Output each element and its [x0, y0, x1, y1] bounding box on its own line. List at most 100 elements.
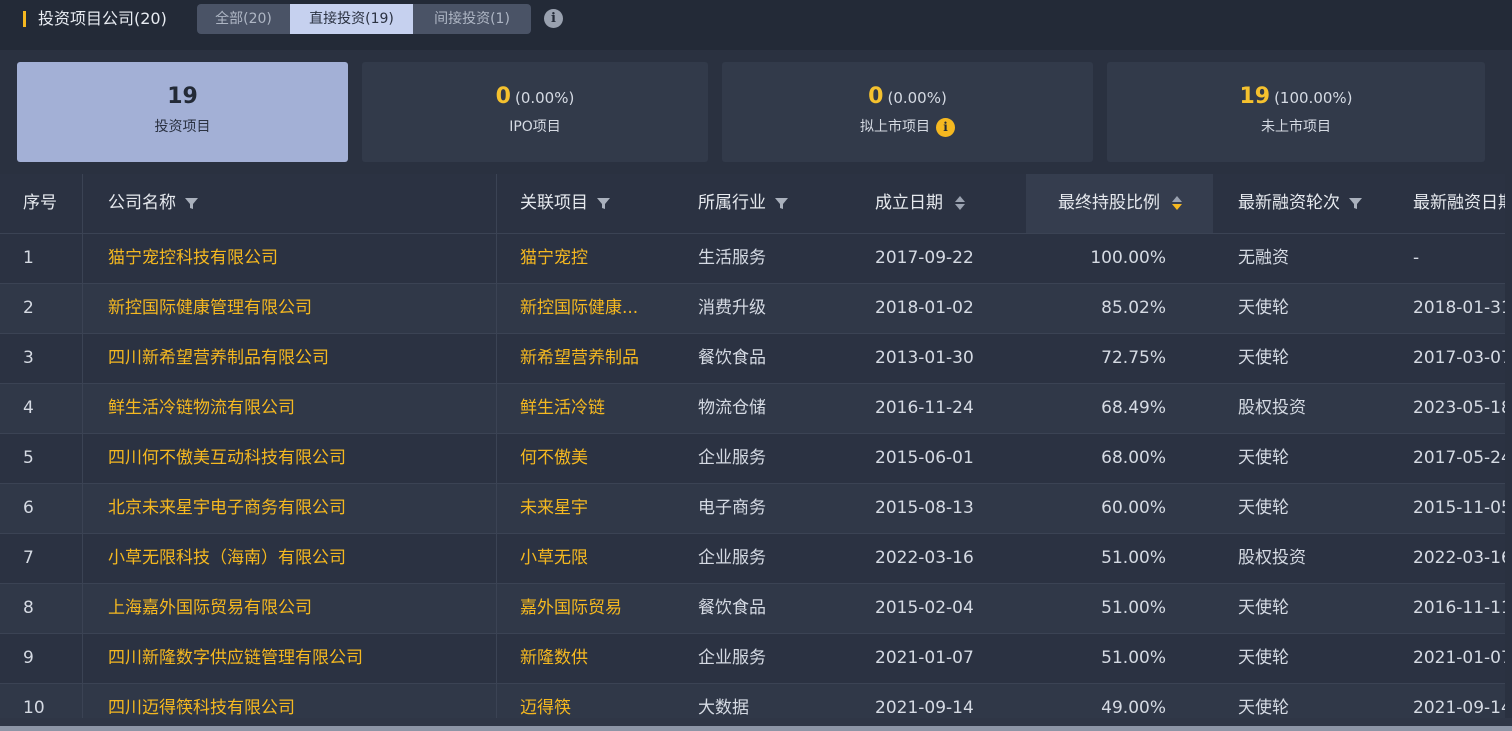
latest-round-date: 2017-03-07: [1413, 348, 1505, 368]
final-shareholding: 68.00%: [1101, 448, 1166, 468]
table-row[interactable]: 7 小草无限科技（海南）有限公司 小草无限 企业服务 2022-03-16 51.00% 股…: [0, 534, 1505, 584]
info-icon[interactable]: i: [936, 117, 955, 137]
table-row[interactable]: 3 四川新希望营养制品有限公司 新希望营养制品 餐饮食品 2013-01-30 72.75…: [0, 334, 1505, 384]
col-founded-date[interactable]: 成立日期: [875, 174, 965, 233]
founded-date: 2013-01-30: [875, 348, 974, 368]
final-shareholding: 60.00%: [1101, 498, 1166, 518]
table-row[interactable]: 6 北京未来星宇电子商务有限公司 未来星宇 电子商务 2015-08-13 60.00% 天…: [0, 484, 1505, 534]
industry: 电子商务: [698, 498, 766, 518]
card-value: 0: [495, 84, 511, 109]
row-index: 2: [23, 298, 34, 318]
latest-round-date: 2017-05-24: [1413, 448, 1505, 468]
industry: 消费升级: [698, 298, 766, 318]
industry: 企业服务: [698, 548, 766, 568]
related-project-link[interactable]: 未来星宇: [520, 484, 588, 533]
founded-date: 2021-09-14: [875, 698, 974, 718]
card-investment-projects[interactable]: 19 投资项目: [17, 62, 348, 162]
related-project-link[interactable]: 何不傲美: [520, 434, 588, 483]
latest-round-date: 2018-01-31: [1413, 298, 1505, 318]
column-divider: [82, 174, 83, 718]
scrollbar-thumb[interactable]: [0, 726, 1512, 731]
final-shareholding: 51.00%: [1101, 598, 1166, 618]
company-name-link[interactable]: 四川新隆数字供应链管理有限公司: [108, 634, 363, 683]
industry: 企业服务: [698, 448, 766, 468]
company-name-link[interactable]: 四川迈得筷科技有限公司: [108, 684, 295, 718]
related-project-link[interactable]: 新希望营养制品: [520, 334, 639, 383]
company-name-link[interactable]: 小草无限科技（海南）有限公司: [108, 534, 346, 583]
col-latest-round[interactable]: 最新融资轮次: [1238, 174, 1362, 233]
founded-date: 2015-02-04: [875, 598, 974, 618]
related-project-link[interactable]: 小草无限: [520, 534, 588, 583]
company-name-link[interactable]: 四川新希望营养制品有限公司: [108, 334, 329, 383]
table-row[interactable]: 4 鲜生活冷链物流有限公司 鲜生活冷链 物流仓储 2016-11-24 68.49% 股权投…: [0, 384, 1505, 434]
founded-date: 2016-11-24: [875, 398, 974, 418]
company-name-link[interactable]: 北京未来星宇电子商务有限公司: [108, 484, 346, 533]
col-related-project[interactable]: 关联项目: [520, 174, 610, 233]
col-company-name[interactable]: 公司名称: [108, 174, 198, 233]
row-index: 10: [23, 698, 45, 718]
latest-round: 股权投资: [1238, 398, 1306, 418]
founded-date: 2021-01-07: [875, 648, 974, 668]
filter-icon[interactable]: [775, 197, 788, 210]
related-project-link[interactable]: 鲜生活冷链: [520, 384, 605, 433]
final-shareholding: 72.75%: [1101, 348, 1166, 368]
industry: 企业服务: [698, 648, 766, 668]
col-index: 序号: [23, 193, 57, 213]
card-ipo-projects[interactable]: 0 (0.00%) IPO项目: [362, 62, 708, 162]
top-bar: 投资项目公司(20) 全部(20) 直接投资(19) 间接投资(1) i: [0, 0, 1512, 50]
col-final-shareholding[interactable]: 最终持股比例: [1058, 174, 1182, 233]
table-row[interactable]: 9 四川新隆数字供应链管理有限公司 新隆数供 企业服务 2021-01-07 51.00%…: [0, 634, 1505, 684]
related-project-link[interactable]: 嘉外国际贸易: [520, 584, 622, 633]
card-unlisted-projects[interactable]: 19 (100.00%) 未上市项目: [1107, 62, 1485, 162]
filter-icon[interactable]: [597, 197, 610, 210]
investment-table: 序号 公司名称 关联项目 所属行业 成立日期 最终持股比例 最新融资轮次 最新融…: [0, 174, 1505, 718]
card-label: 未上市项目: [1261, 119, 1331, 135]
row-index: 3: [23, 348, 34, 368]
table-row[interactable]: 8 上海嘉外国际贸易有限公司 嘉外国际贸易 餐饮食品 2015-02-04 51.00% 天…: [0, 584, 1505, 634]
table-row[interactable]: 1 猫宁宠控科技有限公司 猫宁宠控 生活服务 2017-09-22 100.00% 无融资 -: [0, 234, 1505, 284]
latest-round: 天使轮: [1238, 698, 1289, 718]
vertical-scrollbar[interactable]: [1505, 174, 1512, 718]
tab-indirect-investment[interactable]: 间接投资(1): [413, 4, 531, 34]
sort-icon[interactable]: [1172, 194, 1182, 212]
related-project-link[interactable]: 新隆数供: [520, 634, 588, 683]
latest-round: 无融资: [1238, 248, 1289, 268]
latest-round-date: 2016-11-11: [1413, 598, 1505, 618]
table-row[interactable]: 2 新控国际健康管理有限公司 新控国际健康... 消费升级 2018-01-02 85.0…: [0, 284, 1505, 334]
company-name-link[interactable]: 上海嘉外国际贸易有限公司: [108, 584, 312, 633]
latest-round: 天使轮: [1238, 448, 1289, 468]
table-row[interactable]: 10 四川迈得筷科技有限公司 迈得筷 大数据 2021-09-14 49.00% 天使轮 20…: [0, 684, 1505, 718]
title-accent-bar: [23, 11, 26, 27]
company-name-link[interactable]: 猫宁宠控科技有限公司: [108, 234, 278, 283]
row-index: 9: [23, 648, 34, 668]
card-percent: (0.00%): [887, 89, 947, 107]
filter-icon[interactable]: [1349, 197, 1362, 210]
founded-date: 2015-08-13: [875, 498, 974, 518]
company-name-link[interactable]: 四川何不傲美互动科技有限公司: [108, 434, 346, 483]
card-pre-ipo-projects[interactable]: 0 (0.00%) 拟上市项目 i: [722, 62, 1093, 162]
latest-round: 股权投资: [1238, 548, 1306, 568]
horizontal-scrollbar[interactable]: [0, 718, 1512, 731]
company-name-link[interactable]: 鲜生活冷链物流有限公司: [108, 384, 295, 433]
tab-direct-investment[interactable]: 直接投资(19): [290, 4, 413, 34]
col-industry[interactable]: 所属行业: [698, 174, 788, 233]
related-project-link[interactable]: 迈得筷: [520, 684, 571, 718]
sort-icon[interactable]: [955, 194, 965, 212]
table-header: 序号 公司名称 关联项目 所属行业 成立日期 最终持股比例 最新融资轮次 最新融…: [0, 174, 1505, 234]
row-index: 1: [23, 248, 34, 268]
latest-round-date: 2022-03-16: [1413, 548, 1505, 568]
section-title: 投资项目公司(20): [38, 9, 167, 28]
final-shareholding: 85.02%: [1101, 298, 1166, 318]
related-project-link[interactable]: 猫宁宠控: [520, 234, 588, 283]
filter-icon[interactable]: [185, 197, 198, 210]
final-shareholding: 51.00%: [1101, 548, 1166, 568]
table-row[interactable]: 5 四川何不傲美互动科技有限公司 何不傲美 企业服务 2015-06-01 68.00% 天…: [0, 434, 1505, 484]
latest-round: 天使轮: [1238, 598, 1289, 618]
card-value: 19: [167, 84, 198, 109]
related-project-link[interactable]: 新控国际健康...: [520, 284, 638, 333]
card-value: 19: [1239, 84, 1271, 109]
info-icon[interactable]: i: [544, 9, 563, 28]
tab-all[interactable]: 全部(20): [197, 4, 290, 34]
company-name-link[interactable]: 新控国际健康管理有限公司: [108, 284, 312, 333]
latest-round: 天使轮: [1238, 498, 1289, 518]
